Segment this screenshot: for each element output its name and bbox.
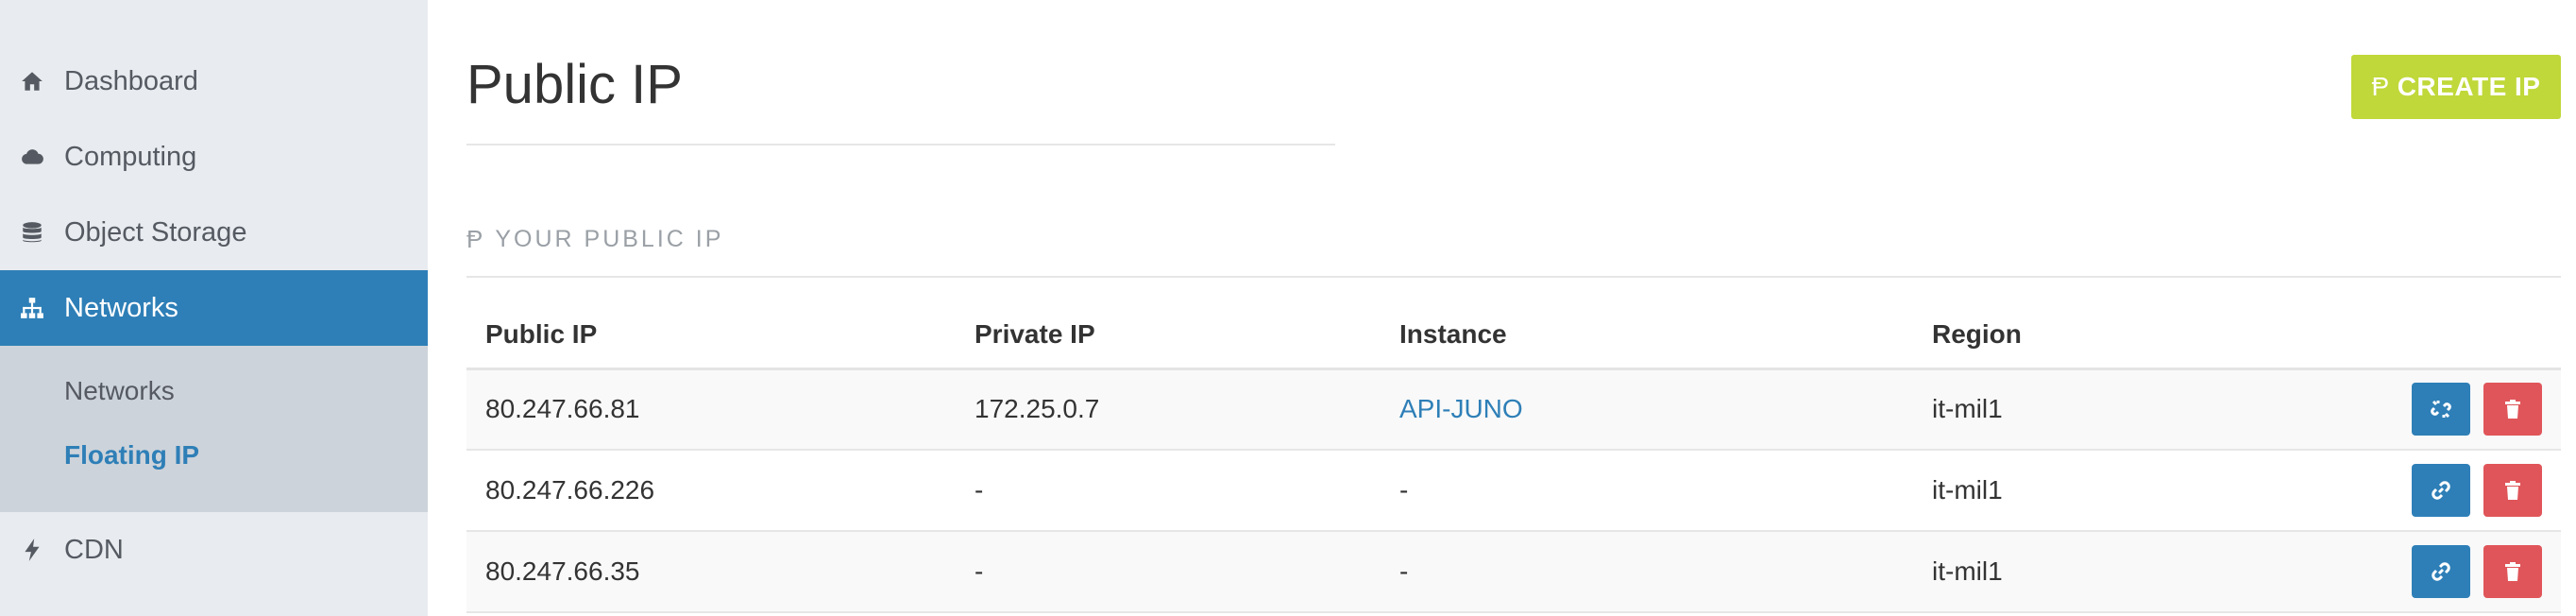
section-header: Ᵽ YOUR PUBLIC IP xyxy=(466,225,723,254)
cell-private-ip: 172.25.0.7 xyxy=(956,368,1381,451)
sidebar: Dashboard Computing Object Storage Netwo… xyxy=(0,0,428,616)
cell-region: it-mil1 xyxy=(1913,450,2366,532)
table-row: 80.247.66.35 - - it-mil1 xyxy=(466,531,2561,613)
public-ip-table: Public IP Private IP Instance Region 80.… xyxy=(466,302,2561,613)
sitemap-icon xyxy=(19,295,45,321)
sidebar-item-label: Computing xyxy=(64,141,197,172)
detach-button[interactable] xyxy=(2412,383,2471,436)
bolt-icon xyxy=(19,537,45,563)
create-ip-button[interactable]: Ᵽ CREATE IP xyxy=(2351,55,2561,119)
trash-icon xyxy=(2505,481,2520,500)
cell-public-ip: 80.247.66.226 xyxy=(466,450,956,532)
delete-button[interactable] xyxy=(2483,383,2542,436)
attach-button[interactable] xyxy=(2412,464,2471,517)
cell-actions xyxy=(2366,368,2561,451)
section-divider xyxy=(466,276,2561,278)
ip-icon: Ᵽ xyxy=(2371,72,2390,101)
ip-icon: Ᵽ xyxy=(466,225,486,253)
cell-instance: - xyxy=(1381,531,1913,613)
sidebar-item-label: Object Storage xyxy=(64,216,247,248)
link-icon xyxy=(2432,562,2450,581)
column-header-region: Region xyxy=(1913,302,2366,370)
sidebar-item-label: Networks xyxy=(64,292,178,323)
cell-private-ip: - xyxy=(956,531,1381,613)
cell-private-ip: - xyxy=(956,450,1381,532)
sidebar-item-dashboard[interactable]: Dashboard xyxy=(0,43,428,119)
sidebar-item-label: CDN xyxy=(64,534,124,565)
delete-button[interactable] xyxy=(2483,545,2542,598)
sidebar-item-cdn[interactable]: CDN xyxy=(0,512,428,588)
column-header-private-ip: Private IP xyxy=(956,302,1381,370)
trash-icon xyxy=(2505,562,2520,581)
cell-instance: API-JUNO xyxy=(1381,368,1913,451)
cell-public-ip: 80.247.66.35 xyxy=(466,531,956,613)
sidebar-item-computing[interactable]: Computing xyxy=(0,119,428,195)
table-row: 80.247.66.81 172.25.0.7 API-JUNO it-mil1 xyxy=(466,368,2561,451)
cell-region: it-mil1 xyxy=(1913,368,2366,451)
column-header-instance: Instance xyxy=(1381,302,1913,370)
cloud-icon xyxy=(19,144,45,170)
subnav-item-floating-ip[interactable]: Floating IP xyxy=(0,423,428,488)
cell-instance: - xyxy=(1381,450,1913,532)
home-icon xyxy=(19,68,45,94)
delete-button[interactable] xyxy=(2483,464,2542,517)
instance-link[interactable]: API-JUNO xyxy=(1399,394,1523,423)
cell-public-ip: 80.247.66.81 xyxy=(466,368,956,451)
attach-button[interactable] xyxy=(2412,545,2471,598)
column-header-public-ip: Public IP xyxy=(466,302,956,370)
database-icon xyxy=(19,219,45,246)
table-header-row: Public IP Private IP Instance Region xyxy=(466,302,2561,370)
subnav-item-networks[interactable]: Networks xyxy=(0,359,428,423)
page-title: Public IP xyxy=(466,54,683,115)
main-content: Public IP Ᵽ CREATE IP Ᵽ YOUR PUBLIC IP P… xyxy=(428,0,2576,616)
cell-actions xyxy=(2366,531,2561,613)
unlink-icon xyxy=(2431,401,2451,419)
sidebar-subnav: Networks Floating IP xyxy=(0,346,428,512)
column-header-actions xyxy=(2366,302,2561,370)
create-ip-label: CREATE IP xyxy=(2397,72,2541,101)
sidebar-item-networks[interactable]: Networks xyxy=(0,270,428,346)
section-title: YOUR PUBLIC IP xyxy=(495,226,724,252)
cell-region: it-mil1 xyxy=(1913,531,2366,613)
link-icon xyxy=(2432,481,2450,500)
table-row: 80.247.66.226 - - it-mil1 xyxy=(466,450,2561,532)
sidebar-item-object-storage[interactable]: Object Storage xyxy=(0,195,428,270)
title-divider xyxy=(466,144,1335,145)
cell-actions xyxy=(2366,450,2561,532)
trash-icon xyxy=(2505,400,2520,419)
sidebar-item-label: Dashboard xyxy=(64,65,198,96)
